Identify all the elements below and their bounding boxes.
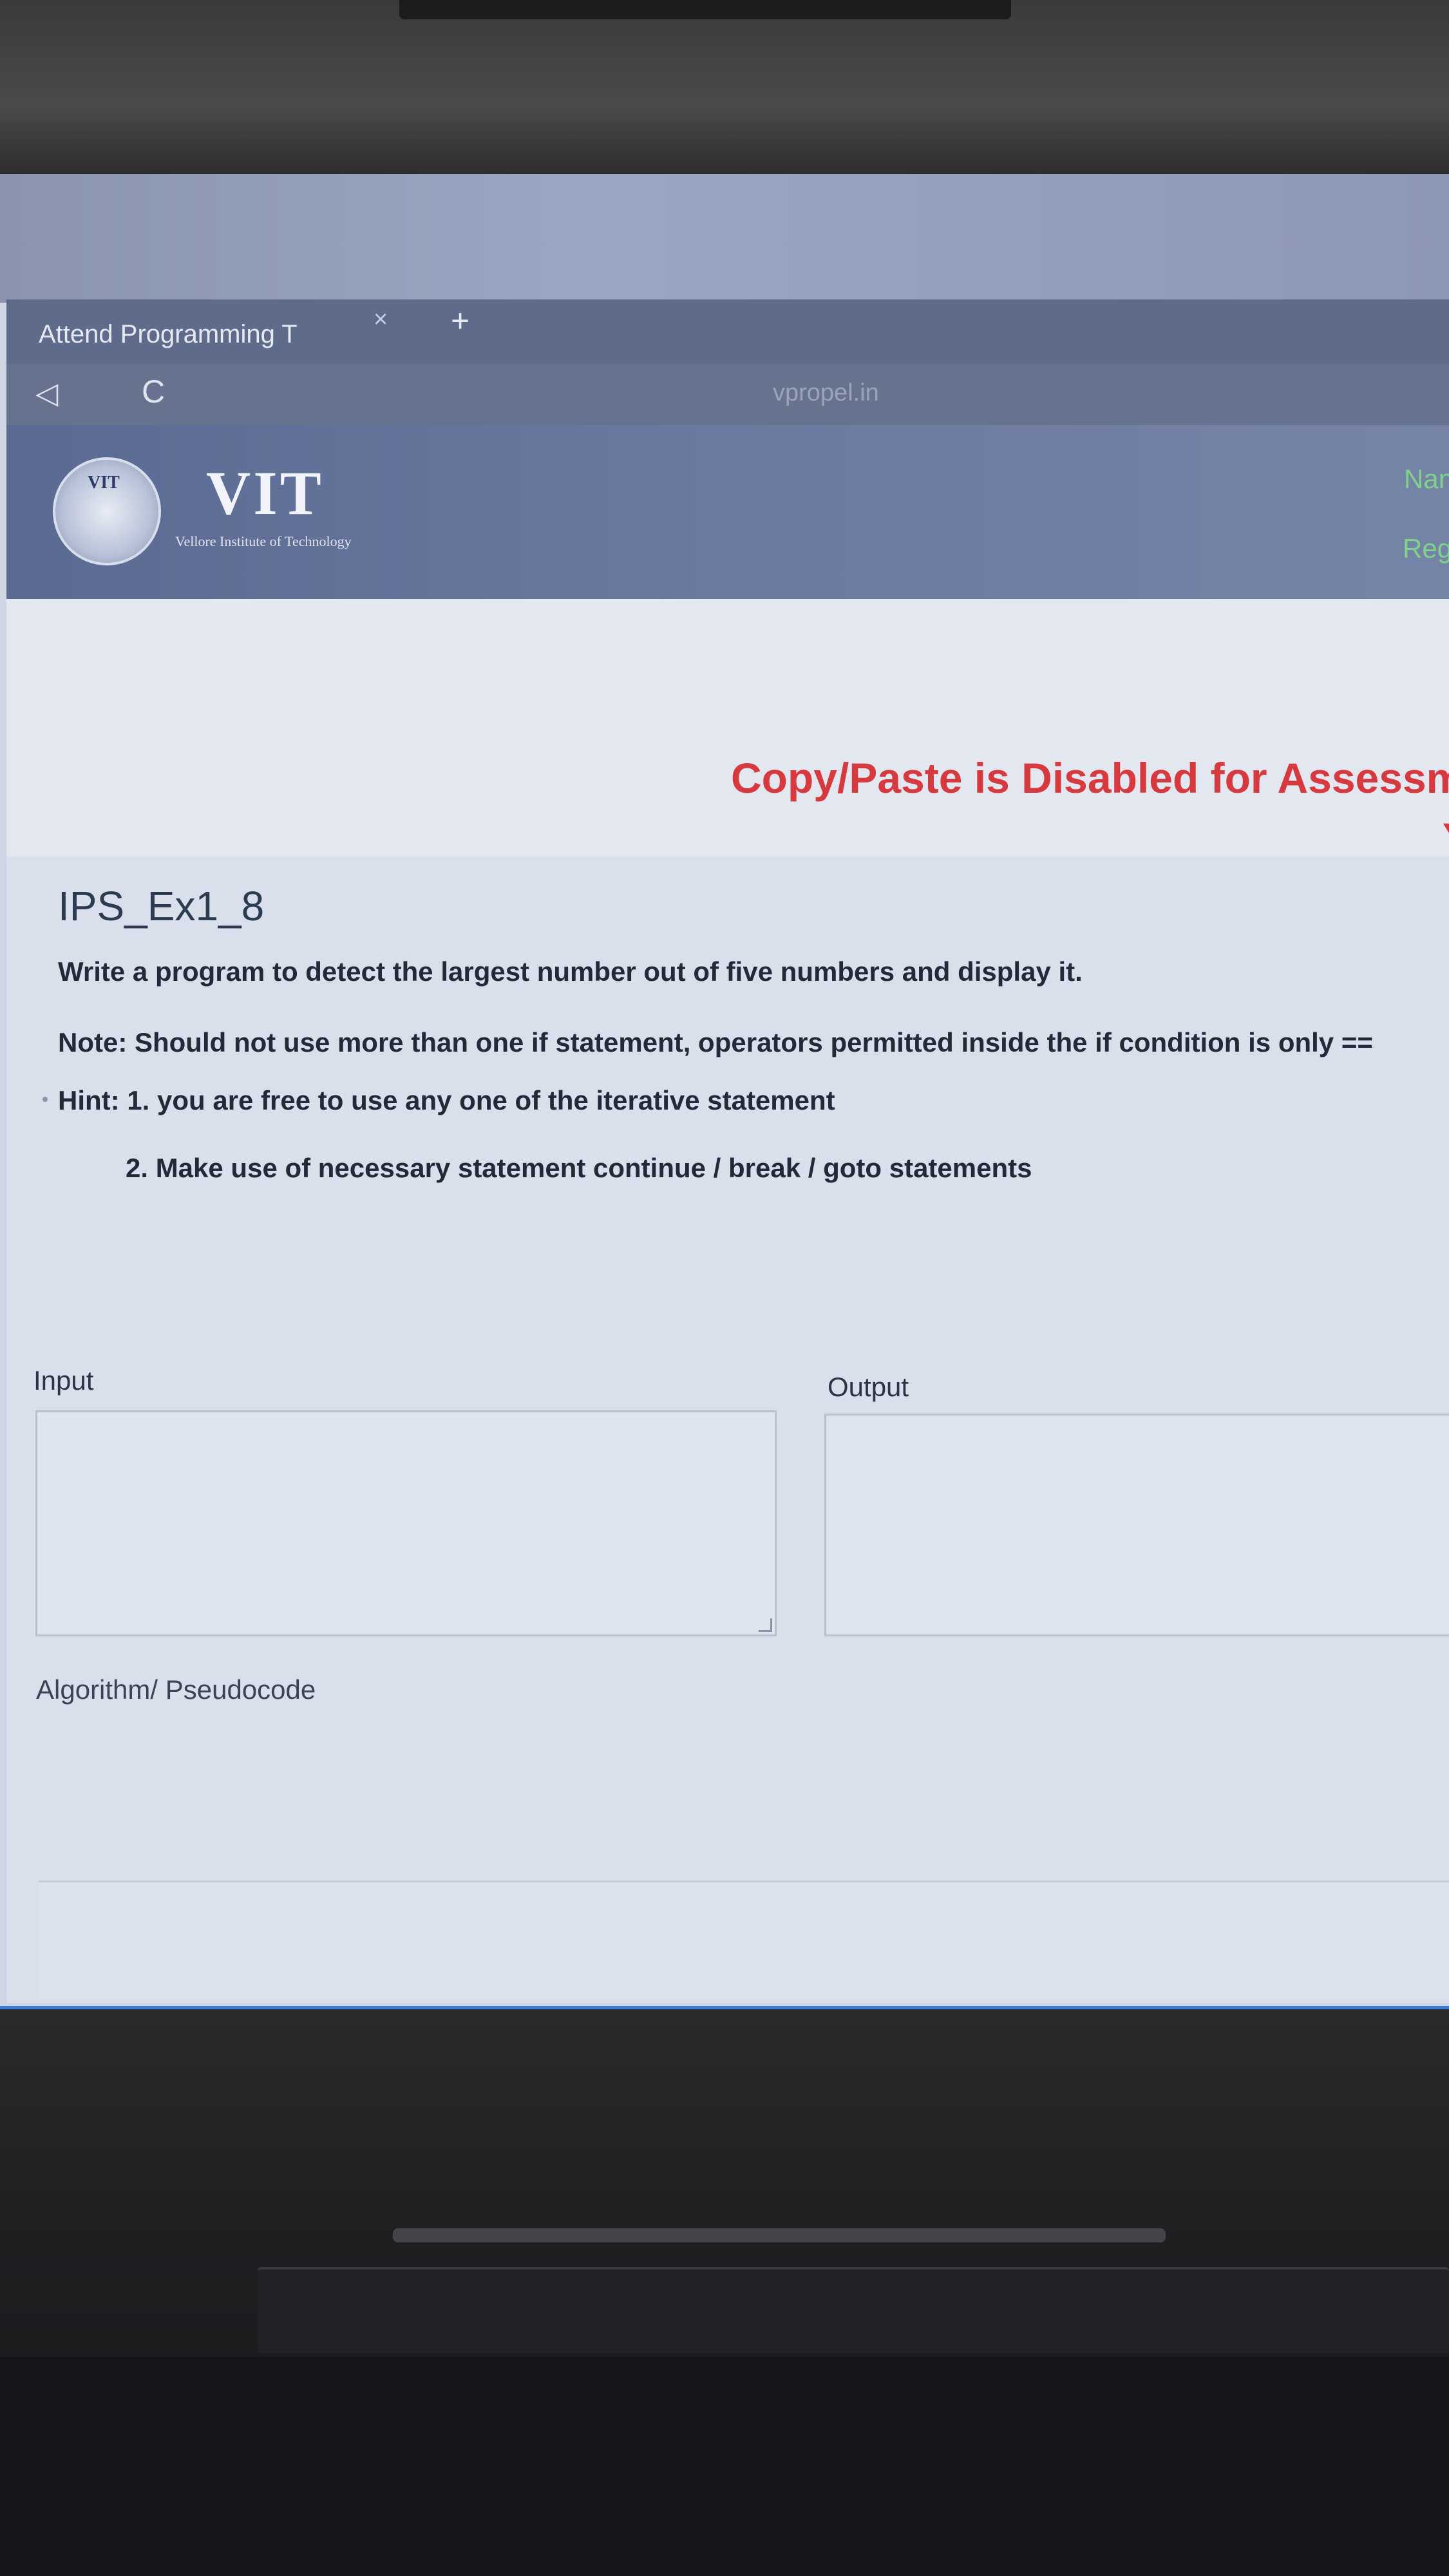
copy-paste-banner: Copy/Paste is Disabled for Assessment Y [6, 599, 1449, 857]
browser-toolbar: ◁ C vpropel.in [6, 364, 1449, 425]
question-hint-2: 2. Make use of necessary statement conti… [126, 1153, 1032, 1183]
browser-tab[interactable]: Attend Programming T [39, 311, 464, 357]
input-textarea[interactable] [35, 1410, 777, 1636]
address-bar[interactable]: vpropel.in [773, 379, 879, 407]
laptop-screen: Attend Programming T × + ◁ C vpropel.in … [0, 174, 1449, 2009]
input-label: Input [33, 1365, 94, 1396]
laptop-bezel-top [0, 0, 1449, 174]
algorithm-textarea[interactable] [39, 1880, 1449, 1998]
student-name-label: Nan [1404, 464, 1449, 494]
new-tab-icon[interactable]: + [451, 302, 469, 339]
copy-paste-warning: Copy/Paste is Disabled for Assessment [731, 754, 1449, 802]
laptop-keyboard-deck [0, 2357, 1449, 2576]
tab-close-icon[interactable]: × [374, 306, 388, 334]
output-label: Output [828, 1372, 909, 1402]
site-header: VIT VIT Vellore Institute of Technology … [6, 425, 1449, 599]
question-note: Note: Should not use more than one if st… [58, 1027, 1373, 1057]
resize-handle-icon[interactable] [759, 1618, 772, 1632]
seal-text: VIT [88, 473, 120, 493]
laptop-speaker-grill [393, 2228, 1166, 2242]
question-panel: IPS_Ex1_8 Write a program to detect the … [6, 857, 1449, 2003]
back-icon[interactable]: ◁ [35, 375, 58, 410]
laptop-hinge [258, 2267, 1449, 2353]
browser-tab-bar: Attend Programming T × + [6, 299, 1449, 364]
tab-title: Attend Programming T [39, 319, 298, 348]
question-statement: Write a program to detect the largest nu… [58, 956, 1083, 987]
banner-trailing-text: Y [1443, 815, 1449, 857]
vit-logo-text: VIT [206, 459, 324, 527]
question-hint-1: Hint: 1. you are free to use any one of … [58, 1085, 835, 1115]
output-textarea[interactable] [824, 1414, 1449, 1636]
desktop-background [0, 174, 1449, 303]
hint-bullet-icon [43, 1097, 48, 1102]
vit-seal-logo: VIT [53, 457, 161, 565]
register-number-label: Reg [1403, 533, 1449, 564]
question-title: IPS_Ex1_8 [58, 883, 265, 929]
algorithm-label: Algorithm/ Pseudocode [36, 1674, 316, 1705]
reload-icon[interactable]: C [142, 373, 165, 410]
laptop-bezel-notch [399, 0, 1011, 19]
vit-logo-subtitle: Vellore Institute of Technology [175, 533, 352, 549]
